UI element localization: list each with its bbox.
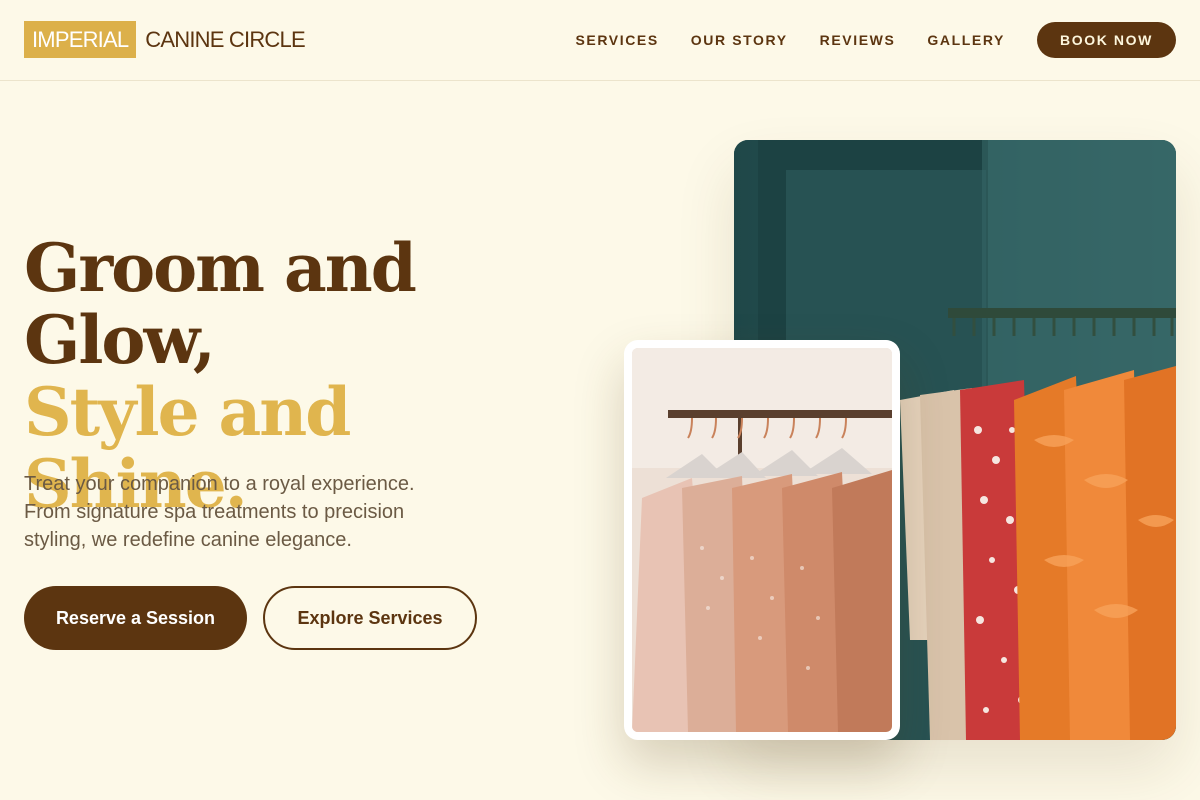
pastel-dresses-illustration xyxy=(632,348,892,732)
nav-link-reviews[interactable]: REVIEWS xyxy=(820,32,896,48)
main-nav: SERVICES OUR STORY REVIEWS GALLERY BOOK … xyxy=(575,22,1176,58)
site-header: IMPERIAL CANINE CIRCLE SERVICES OUR STOR… xyxy=(0,0,1200,81)
book-now-button[interactable]: BOOK NOW xyxy=(1037,22,1176,58)
brand-badge: IMPERIAL xyxy=(24,21,137,58)
nav-link-services[interactable]: SERVICES xyxy=(575,32,658,48)
hero-photo-small xyxy=(624,340,900,740)
explore-services-button[interactable]: Explore Services xyxy=(263,586,477,650)
hero-title-line2: Glow, xyxy=(24,301,216,379)
brand-logo[interactable]: IMPERIAL CANINE CIRCLE xyxy=(24,21,306,58)
nav-link-gallery[interactable]: GALLERY xyxy=(927,32,1005,48)
brand-name: CANINE CIRCLE xyxy=(145,26,305,52)
nav-link-our-story[interactable]: OUR STORY xyxy=(691,32,788,48)
reserve-session-button[interactable]: Reserve a Session xyxy=(24,586,247,650)
hero-title-line1: Groom and xyxy=(24,229,417,307)
hero-subtitle: Treat your companion to a royal experien… xyxy=(24,473,415,551)
